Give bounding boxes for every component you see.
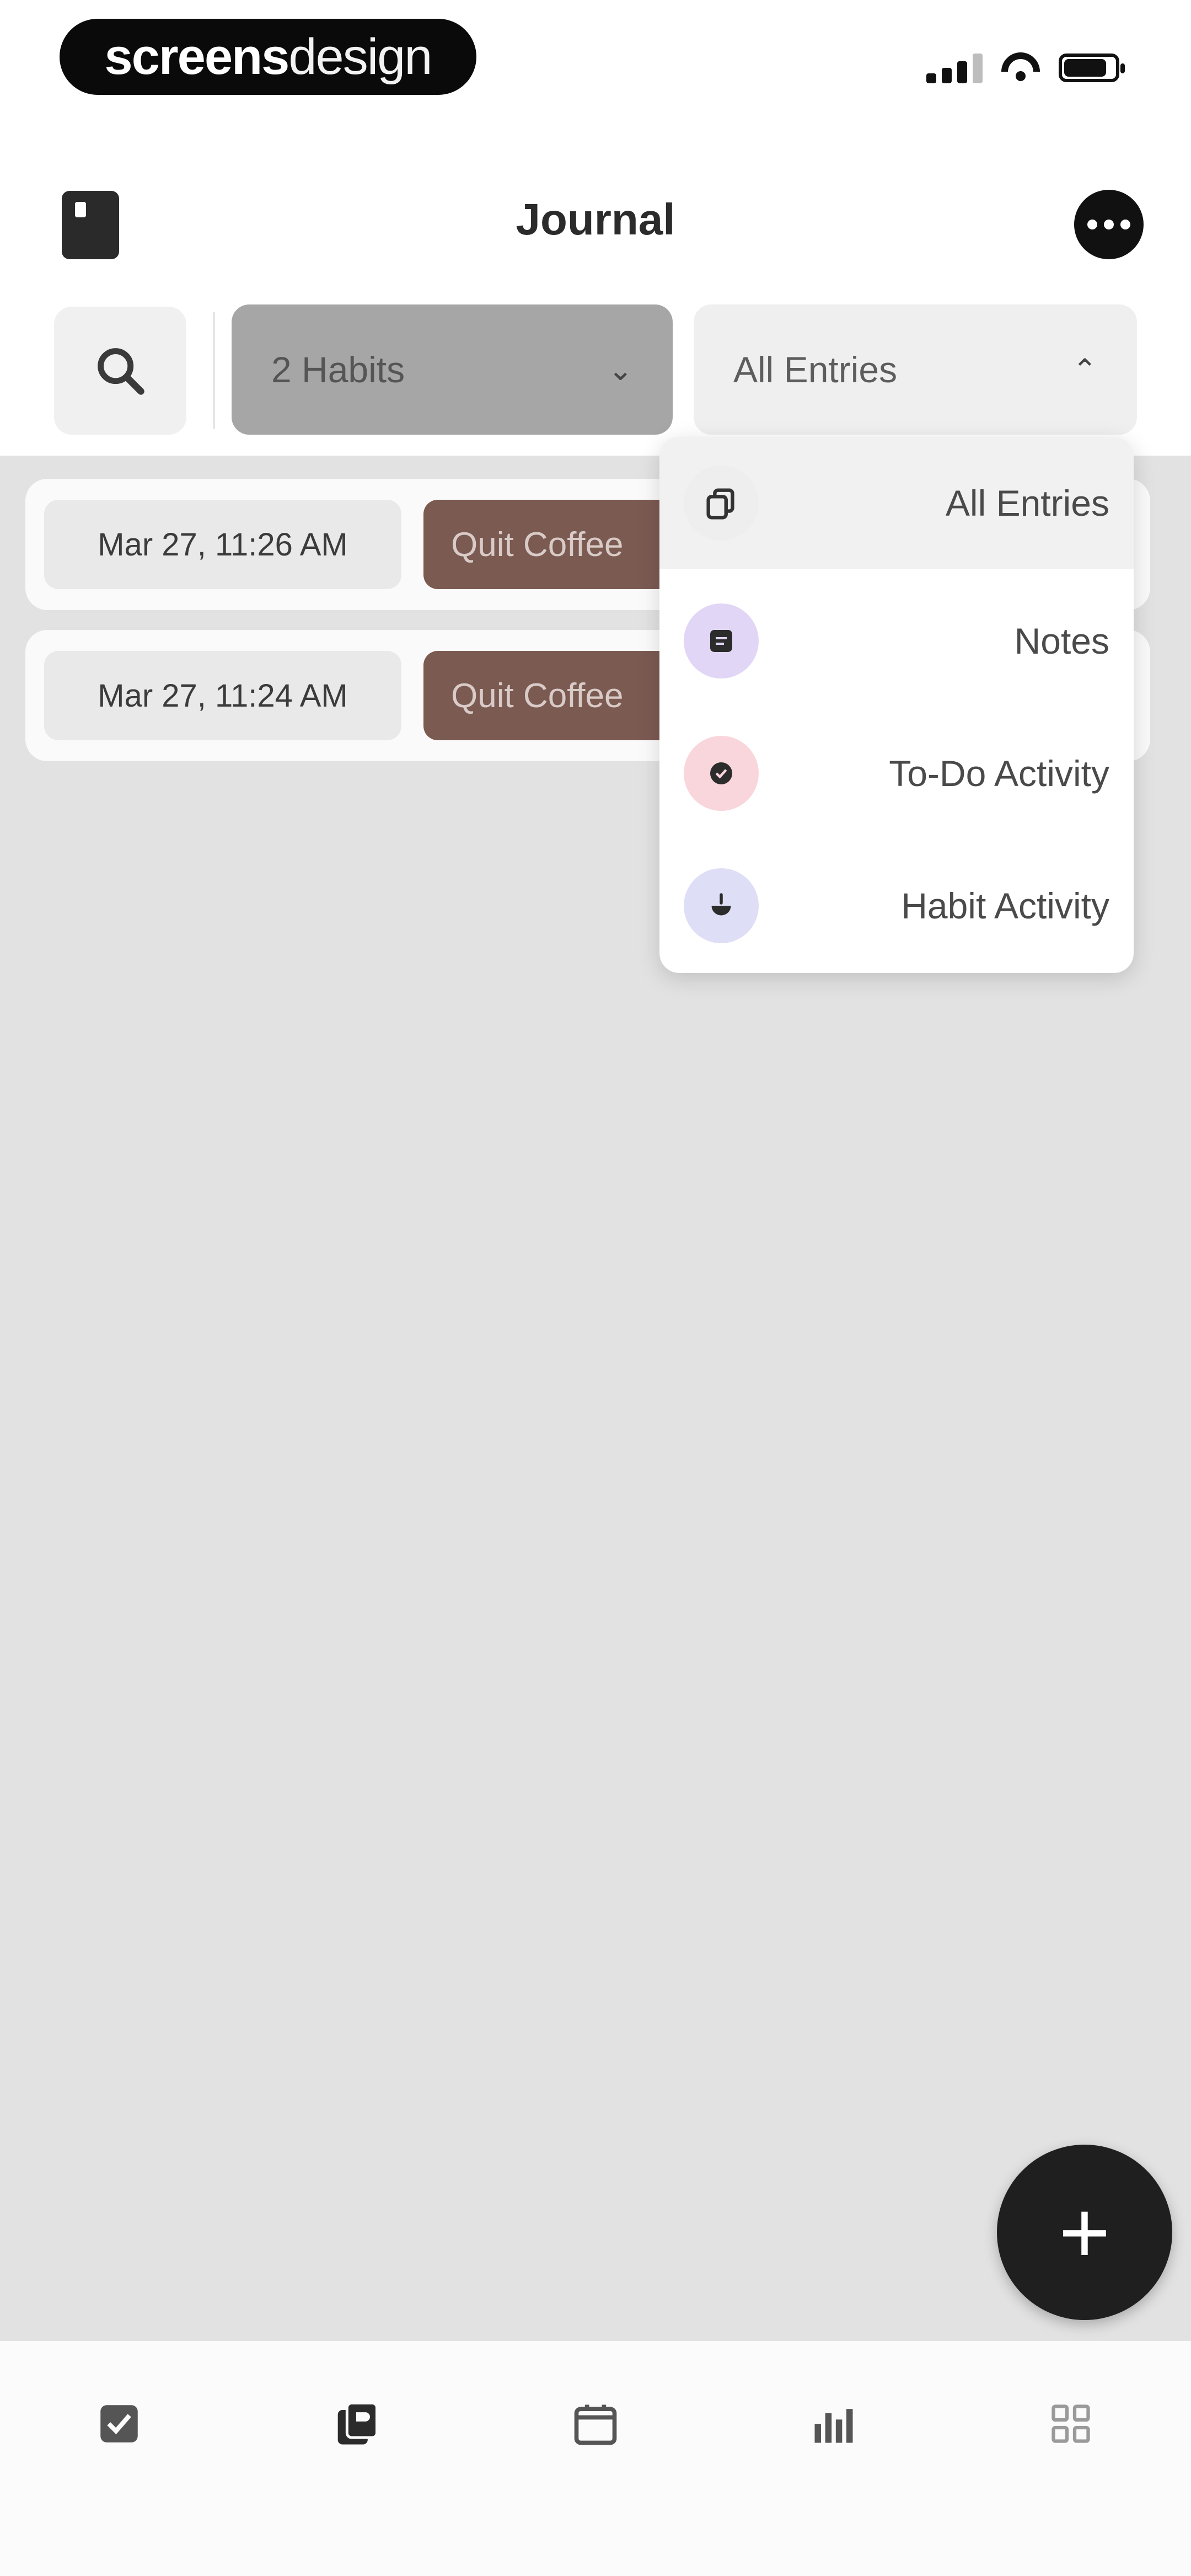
nav-tab-more[interactable] <box>1038 2391 1104 2457</box>
bottom-nav <box>0 2341 1191 2576</box>
nav-tab-todos[interactable] <box>86 2391 152 2457</box>
entries-filter-menu: All Entries Notes To-Do Activity Habit A… <box>659 437 1134 973</box>
checkbox-icon <box>100 2405 138 2443</box>
more-icon <box>1087 220 1097 229</box>
filter-divider <box>213 312 215 429</box>
entries-filter-dropdown[interactable]: All Entries ⌃ <box>694 304 1137 435</box>
screensdesign-watermark: screens design <box>60 19 476 95</box>
watermark-thin: design <box>288 28 432 85</box>
calendar-icon <box>574 2404 617 2445</box>
wifi-icon <box>1001 52 1040 83</box>
todo-icon <box>684 736 759 811</box>
watermark-bold: screens <box>104 28 290 85</box>
chevron-up-icon: ⌃ <box>1072 353 1097 387</box>
plus-icon: + <box>1059 2183 1110 2281</box>
page-title: Journal <box>516 195 675 244</box>
chevron-down-icon: ⌄ <box>608 353 633 387</box>
habits-filter-dropdown[interactable]: 2 Habits ⌄ <box>232 304 673 435</box>
menu-item-label: To-Do Activity <box>889 753 1109 794</box>
nav-tab-calendar[interactable] <box>562 2391 629 2457</box>
menu-item-label: All Entries <box>945 483 1109 523</box>
menu-item-label: Habit Activity <box>901 885 1109 926</box>
habits-filter-label: 2 Habits <box>271 349 405 390</box>
grid-icon <box>1051 2404 1090 2443</box>
nav-tab-journal[interactable] <box>323 2391 389 2457</box>
entries-filter-label: All Entries <box>733 349 898 390</box>
journal-icon <box>337 2402 378 2445</box>
entry-date: Mar 27, 11:24 AM <box>44 651 401 740</box>
note-icon <box>684 603 759 678</box>
menu-item-habit-activity[interactable]: Habit Activity <box>659 840 1134 972</box>
status-icons <box>899 49 1125 87</box>
add-entry-button[interactable]: + <box>997 2145 1172 2320</box>
more-button[interactable] <box>1074 190 1144 259</box>
copy-icon <box>684 466 759 541</box>
stats-icon <box>814 2409 853 2443</box>
entry-date: Mar 27, 11:26 AM <box>44 500 401 589</box>
menu-item-notes[interactable]: Notes <box>659 575 1134 707</box>
battery-icon <box>1059 54 1125 82</box>
menu-item-label: Notes <box>1014 621 1109 661</box>
menu-item-all-entries[interactable]: All Entries <box>659 437 1134 569</box>
signal-icon <box>926 52 983 83</box>
menu-item-todo-activity[interactable]: To-Do Activity <box>659 707 1134 840</box>
search-icon <box>98 348 144 395</box>
search-button[interactable] <box>54 307 186 435</box>
habit-icon <box>684 868 759 943</box>
nav-tab-stats[interactable] <box>801 2391 867 2457</box>
